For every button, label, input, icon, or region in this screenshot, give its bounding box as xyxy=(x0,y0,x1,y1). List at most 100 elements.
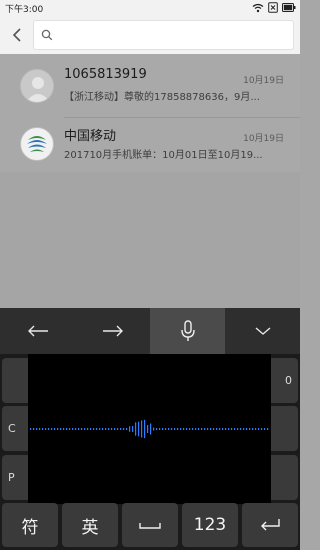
person-avatar-icon xyxy=(20,69,54,103)
waveform-bar xyxy=(243,428,245,430)
microphone-icon xyxy=(180,320,195,341)
waveform-bar xyxy=(120,428,122,430)
waveform-bar xyxy=(99,428,101,430)
key-row-2-left-char: C xyxy=(8,422,16,435)
waveform-bar xyxy=(42,428,44,430)
waveform-bar xyxy=(105,428,107,430)
waveform-bar xyxy=(96,428,98,430)
chevron-left-icon xyxy=(12,28,21,42)
waveform-bar xyxy=(195,428,197,430)
waveform-bar xyxy=(72,428,74,430)
waveform-bar xyxy=(219,428,221,430)
waveform-bar xyxy=(30,428,32,430)
waveform-bar xyxy=(39,428,41,430)
search-input[interactable] xyxy=(58,21,288,49)
list-item[interactable]: 1065813919 【浙江移动】尊敬的17858878636，9月... 10… xyxy=(0,57,300,118)
china-mobile-logo-icon xyxy=(20,127,54,161)
waveform-bar xyxy=(213,428,215,430)
waveform-bar xyxy=(240,428,242,430)
waveform-bar xyxy=(234,428,236,430)
waveform-bar xyxy=(138,421,140,437)
space-key[interactable] xyxy=(122,503,178,547)
waveform-bar xyxy=(36,428,38,430)
waveform-bar xyxy=(63,428,65,430)
search-bar xyxy=(0,16,300,54)
message-preview: 201710月手机账单：10月01日至10月19... xyxy=(64,150,263,161)
list-item[interactable]: 中国移动 201710月手机账单：10月01日至10月19... 10月19日 xyxy=(0,115,300,173)
waveform-bar xyxy=(78,428,80,430)
voice-waveform xyxy=(30,419,269,439)
waveform-bar xyxy=(147,424,149,434)
waveform-bar xyxy=(48,428,50,430)
waveform-bar xyxy=(258,428,260,430)
waveform-bar xyxy=(177,428,179,430)
numbers-key-label: 123 xyxy=(193,515,227,535)
enter-key[interactable] xyxy=(242,503,298,547)
key-row-1-right-char: 0 xyxy=(285,374,292,387)
hide-keyboard-button[interactable] xyxy=(225,308,300,354)
waveform-bar xyxy=(144,419,146,439)
waveform-bar xyxy=(225,428,227,430)
keyboard-toolbar xyxy=(0,308,300,354)
waveform-bar xyxy=(66,428,68,430)
waveform-bar xyxy=(249,428,251,430)
waveform-bar xyxy=(183,428,185,430)
waveform-bar xyxy=(93,428,95,430)
waveform-bar xyxy=(102,428,104,430)
sim-x-icon xyxy=(268,2,278,13)
cursor-right-button[interactable] xyxy=(75,308,150,354)
status-time: 下午3:00 xyxy=(5,5,44,15)
voice-input-button[interactable] xyxy=(150,308,225,354)
waveform-bar xyxy=(165,428,167,430)
status-bar: 下午3:00 xyxy=(0,0,300,16)
waveform-bar xyxy=(153,427,155,431)
waveform-bar xyxy=(141,420,143,438)
key-row-3-left-char: P xyxy=(8,471,15,484)
waveform-bar xyxy=(261,428,263,430)
numbers-key[interactable]: 123 xyxy=(182,503,238,547)
message-date: 10月19日 xyxy=(243,76,284,86)
waveform-bar xyxy=(222,428,224,430)
search-box[interactable] xyxy=(33,20,294,50)
waveform-bar xyxy=(81,428,83,430)
search-icon xyxy=(41,29,53,41)
waveform-bar xyxy=(132,425,134,433)
waveform-bar xyxy=(201,428,203,430)
symbols-key[interactable]: 符 xyxy=(2,503,58,547)
waveform-bar xyxy=(246,428,248,430)
arrow-left-icon xyxy=(27,325,48,337)
message-date: 10月19日 xyxy=(243,134,284,144)
english-key[interactable]: 英 xyxy=(62,503,118,547)
screen: 下午3:00 1065813919 【浙江移动】尊敬的17858878636，9… xyxy=(0,0,300,550)
sender-name: 中国移动 xyxy=(64,129,117,144)
waveform-bar xyxy=(84,428,86,430)
waveform-bar xyxy=(87,428,89,430)
waveform-bar xyxy=(186,428,188,430)
chevron-down-icon xyxy=(255,327,270,335)
waveform-bar xyxy=(108,428,110,430)
wifi-icon xyxy=(252,3,264,12)
waveform-bar xyxy=(204,428,206,430)
waveform-bar xyxy=(228,428,230,430)
waveform-bar xyxy=(51,428,53,430)
waveform-bar xyxy=(192,428,194,430)
waveform-bar xyxy=(57,428,59,430)
waveform-bar xyxy=(156,428,158,430)
back-button[interactable] xyxy=(8,25,28,45)
waveform-bar xyxy=(159,428,161,430)
waveform-bar xyxy=(210,428,212,430)
waveform-bar xyxy=(114,428,116,430)
waveform-bar xyxy=(255,428,257,430)
waveform-bar xyxy=(168,428,170,430)
waveform-bar xyxy=(180,428,182,430)
message-preview: 【浙江移动】尊敬的17858878636，9月... xyxy=(64,92,260,103)
sender-name: 1065813919 xyxy=(64,67,147,82)
waveform-bar xyxy=(33,428,35,430)
cursor-left-button[interactable] xyxy=(0,308,75,354)
symbols-key-label: 符 xyxy=(21,517,39,538)
dimmed-empty-area xyxy=(0,172,300,308)
battery-icon xyxy=(282,3,296,12)
waveform-bar xyxy=(237,428,239,430)
waveform-bar xyxy=(267,428,269,430)
waveform-bar xyxy=(207,428,209,430)
